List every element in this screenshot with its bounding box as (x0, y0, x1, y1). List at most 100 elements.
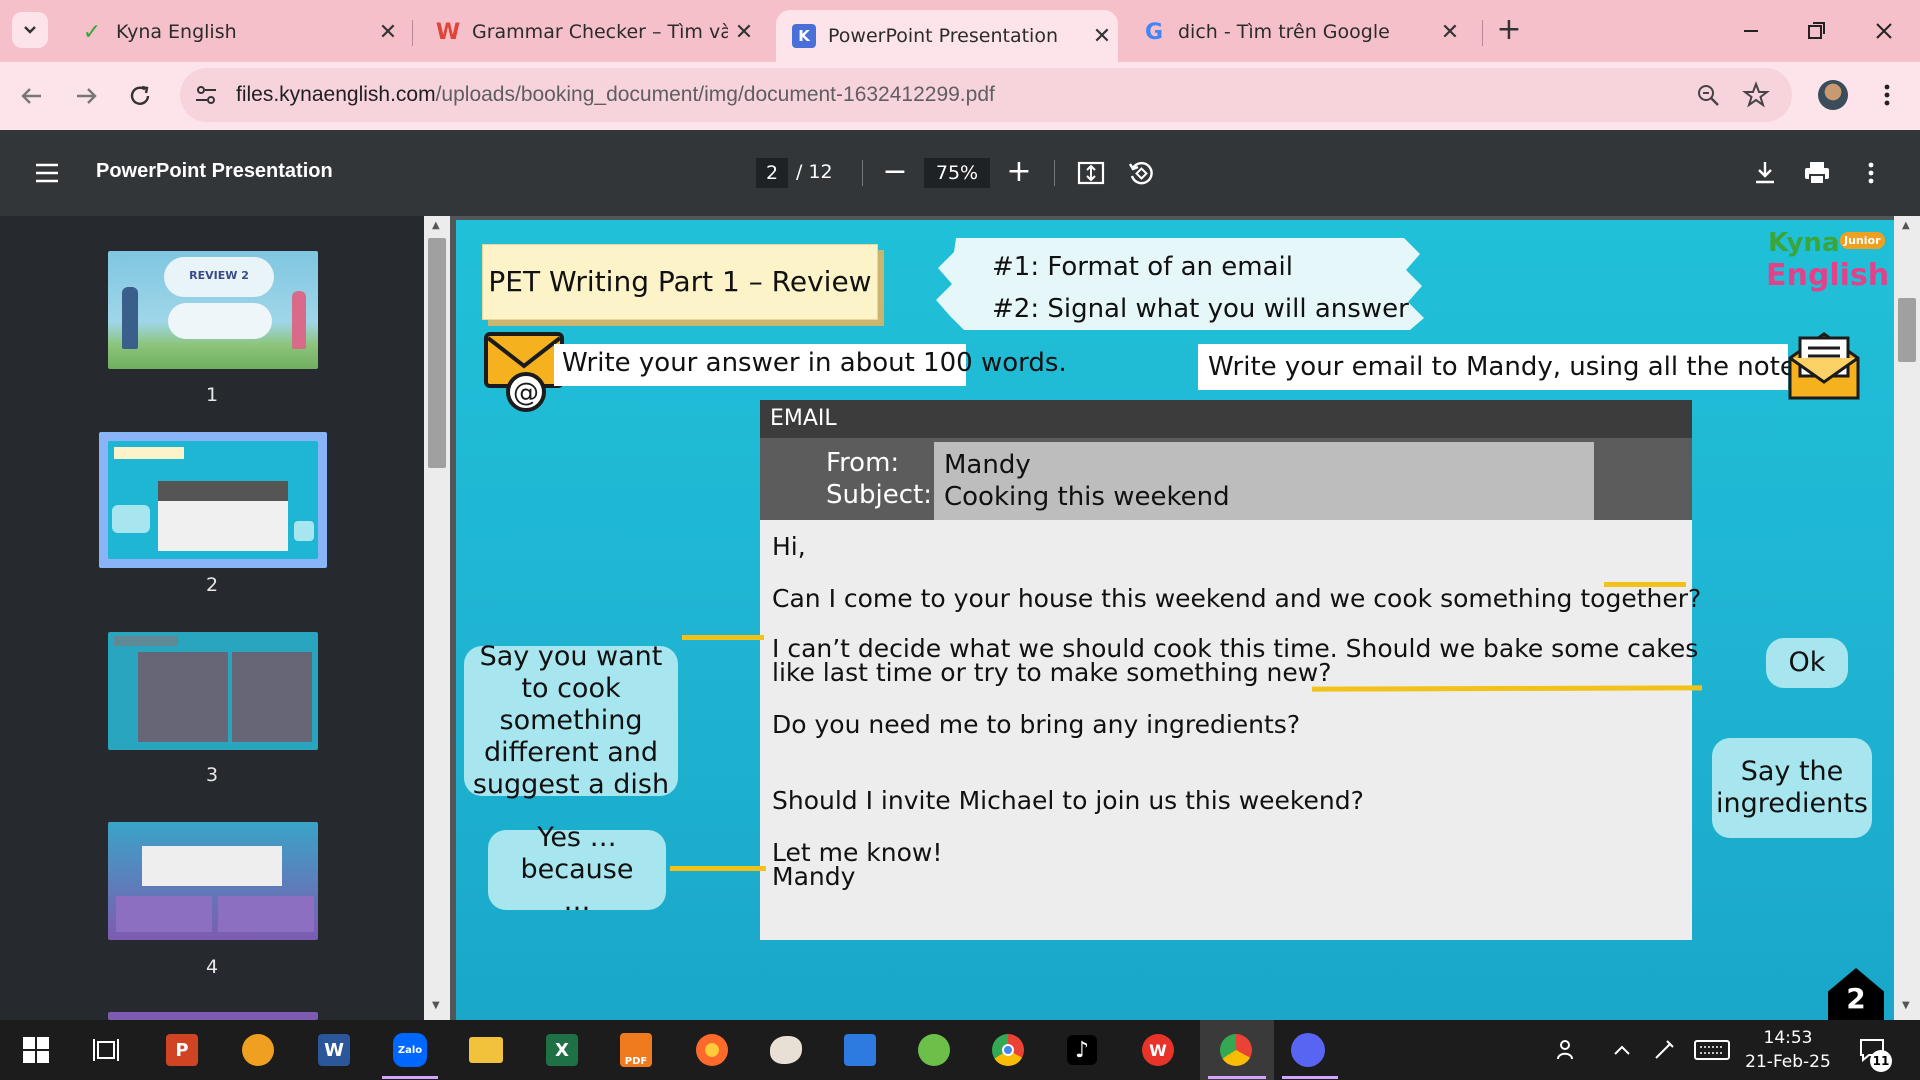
close-window-button[interactable] (1864, 14, 1904, 48)
excel-app-icon[interactable]: X (540, 1028, 584, 1072)
page-total: / 12 (796, 161, 833, 183)
tab-grammar-checker[interactable]: W Grammar Checker – Tìm và Tha ✕ (420, 10, 760, 54)
email-header-label: EMAIL (770, 406, 837, 431)
clock-date[interactable]: 21-Feb-25 (1740, 1052, 1836, 1072)
scroll-up-arrow[interactable]: ▲ (432, 220, 440, 231)
sidebar-toggle-button[interactable] (32, 158, 62, 188)
tab-powerpoint-presentation[interactable]: K PowerPoint Presentation ✕ (776, 10, 1118, 62)
logo-kyna-text: Kyna (1768, 228, 1840, 258)
viewer-scroll-thumb[interactable] (1898, 298, 1916, 362)
green-app-icon[interactable] (912, 1028, 956, 1072)
minimize-button[interactable] (1730, 14, 1770, 48)
clock-time[interactable]: 14:53 (1746, 1028, 1830, 1048)
pen-tray-icon[interactable] (1642, 1028, 1686, 1072)
sidebar-scroll-thumb[interactable] (428, 238, 446, 468)
thumbnail-girl-figure (292, 291, 306, 349)
tab-divider (412, 20, 413, 46)
close-icon[interactable]: ✕ (372, 20, 404, 45)
thumbnail-panel (218, 896, 314, 932)
email-signature: Mandy (772, 862, 856, 891)
word-app-icon[interactable]: W (312, 1028, 356, 1072)
thumbnail-number: 1 (205, 384, 219, 406)
forward-button[interactable] (68, 78, 104, 114)
reload-button[interactable] (122, 78, 158, 114)
thumbnail-cloud (168, 303, 272, 339)
address-bar[interactable]: files.kynaenglish.com/uploads/booking_do… (180, 68, 1792, 122)
svg-text:@: @ (513, 378, 539, 408)
scroll-up-arrow[interactable]: ▲ (1902, 220, 1910, 231)
fit-page-button[interactable] (1076, 158, 1106, 188)
chevron-up-icon[interactable] (1600, 1028, 1644, 1072)
thumbnail-page-5-partial[interactable] (108, 1012, 318, 1020)
people-tray-icon[interactable] (1546, 1028, 1590, 1072)
keyboard-tray-icon[interactable] (1690, 1028, 1734, 1072)
download-icon (1756, 162, 1774, 184)
profile-avatar[interactable] (1818, 80, 1848, 110)
paint-app-icon[interactable] (764, 1028, 808, 1072)
page-number-input[interactable]: 2 (756, 158, 788, 188)
zoom-out-button[interactable]: − (880, 156, 910, 190)
thumbnail-page-1[interactable]: REVIEW 2 (108, 251, 318, 369)
scroll-down-arrow[interactable]: ▼ (1902, 1000, 1910, 1011)
file-explorer-icon[interactable] (464, 1028, 508, 1072)
arrow-left-icon (21, 88, 41, 104)
wps-app-icon[interactable]: W (1136, 1028, 1180, 1072)
email-header-bar (760, 400, 1692, 438)
tiktok-app-icon[interactable]: ♪ (1060, 1028, 1104, 1072)
url-path: /uploads/booking_document/img/document-1… (435, 83, 995, 106)
translator-app-icon[interactable] (838, 1028, 882, 1072)
start-button[interactable] (14, 1028, 58, 1072)
slide-page: PET Writing Part 1 – Review Tips #1: For… (456, 220, 1894, 1020)
task-view-icon (93, 1039, 119, 1061)
site-info-icon[interactable] (192, 81, 220, 109)
discord-app-icon[interactable] (1286, 1028, 1330, 1072)
scroll-down-arrow[interactable]: ▼ (432, 1000, 440, 1011)
new-tab-button[interactable]: + (1494, 14, 1524, 48)
restore-button[interactable] (1796, 14, 1836, 48)
tab-title: dich - Tìm trên Google (1178, 21, 1390, 43)
zoom-icon[interactable] (1694, 81, 1722, 109)
firefox-app-icon[interactable] (690, 1028, 734, 1072)
bookmark-star-icon[interactable] (1742, 81, 1770, 109)
tab-google-search[interactable]: G dich - Tìm trên Google ✕ (1126, 10, 1466, 54)
rotate-button[interactable] (1126, 158, 1156, 188)
google-icon: G (1144, 19, 1164, 45)
from-value: Mandy (944, 450, 1031, 480)
pdf-viewer[interactable]: PET Writing Part 1 – Review Tips #1: For… (450, 216, 1920, 1020)
thumbnail-page-3[interactable] (108, 632, 318, 750)
url-text: files.kynaenglish.com/uploads/booking_do… (236, 83, 995, 107)
powerpoint-app-icon[interactable]: P (160, 1028, 204, 1072)
chrome-profile-app-icon[interactable] (1214, 1028, 1258, 1072)
browser-menu-button[interactable] (1872, 80, 1902, 110)
torrent-app-icon[interactable] (236, 1028, 280, 1072)
close-icon[interactable]: ✕ (1434, 20, 1466, 45)
sidebar-scrollbar[interactable]: ▲ ▼ (424, 216, 450, 1020)
pdf-app-icon[interactable]: PDF (614, 1028, 658, 1072)
callout-yes-because: Yes … because … (488, 822, 666, 917)
reload-icon (130, 85, 150, 105)
tab-kyna-english[interactable]: ✓ Kyna English ✕ (64, 10, 404, 54)
browser-toolbar: files.kynaenglish.com/uploads/booking_do… (0, 62, 1920, 130)
thumbnail-page-4[interactable] (108, 822, 318, 940)
download-button[interactable] (1750, 158, 1780, 188)
active-indicator (1208, 1076, 1266, 1079)
connector-line (1604, 582, 1686, 587)
thumbnail-email-header (158, 481, 288, 501)
zoom-in-button[interactable]: + (1004, 156, 1034, 190)
chrome-app-icon[interactable] (986, 1028, 1030, 1072)
thumbnail-boy-figure (122, 287, 138, 349)
kyna-green-icon: ✓ (82, 19, 102, 45)
viewer-scrollbar[interactable]: ▲ ▼ (1894, 216, 1920, 1020)
task-view-button[interactable] (84, 1028, 128, 1072)
print-button[interactable] (1802, 158, 1832, 188)
zalo-app-icon[interactable]: Zalo (388, 1028, 432, 1072)
close-icon[interactable]: ✕ (1086, 24, 1118, 49)
thumbnail-page-2[interactable] (108, 441, 318, 559)
tab-title: Kyna English (116, 21, 237, 43)
k-blue-icon: K (792, 24, 816, 48)
close-icon[interactable]: ✕ (728, 20, 760, 45)
tab-search-button[interactable] (12, 12, 48, 48)
pdf-more-button[interactable] (1856, 158, 1886, 188)
zoom-level-input[interactable]: 75% (924, 158, 990, 188)
back-button[interactable] (14, 78, 50, 114)
